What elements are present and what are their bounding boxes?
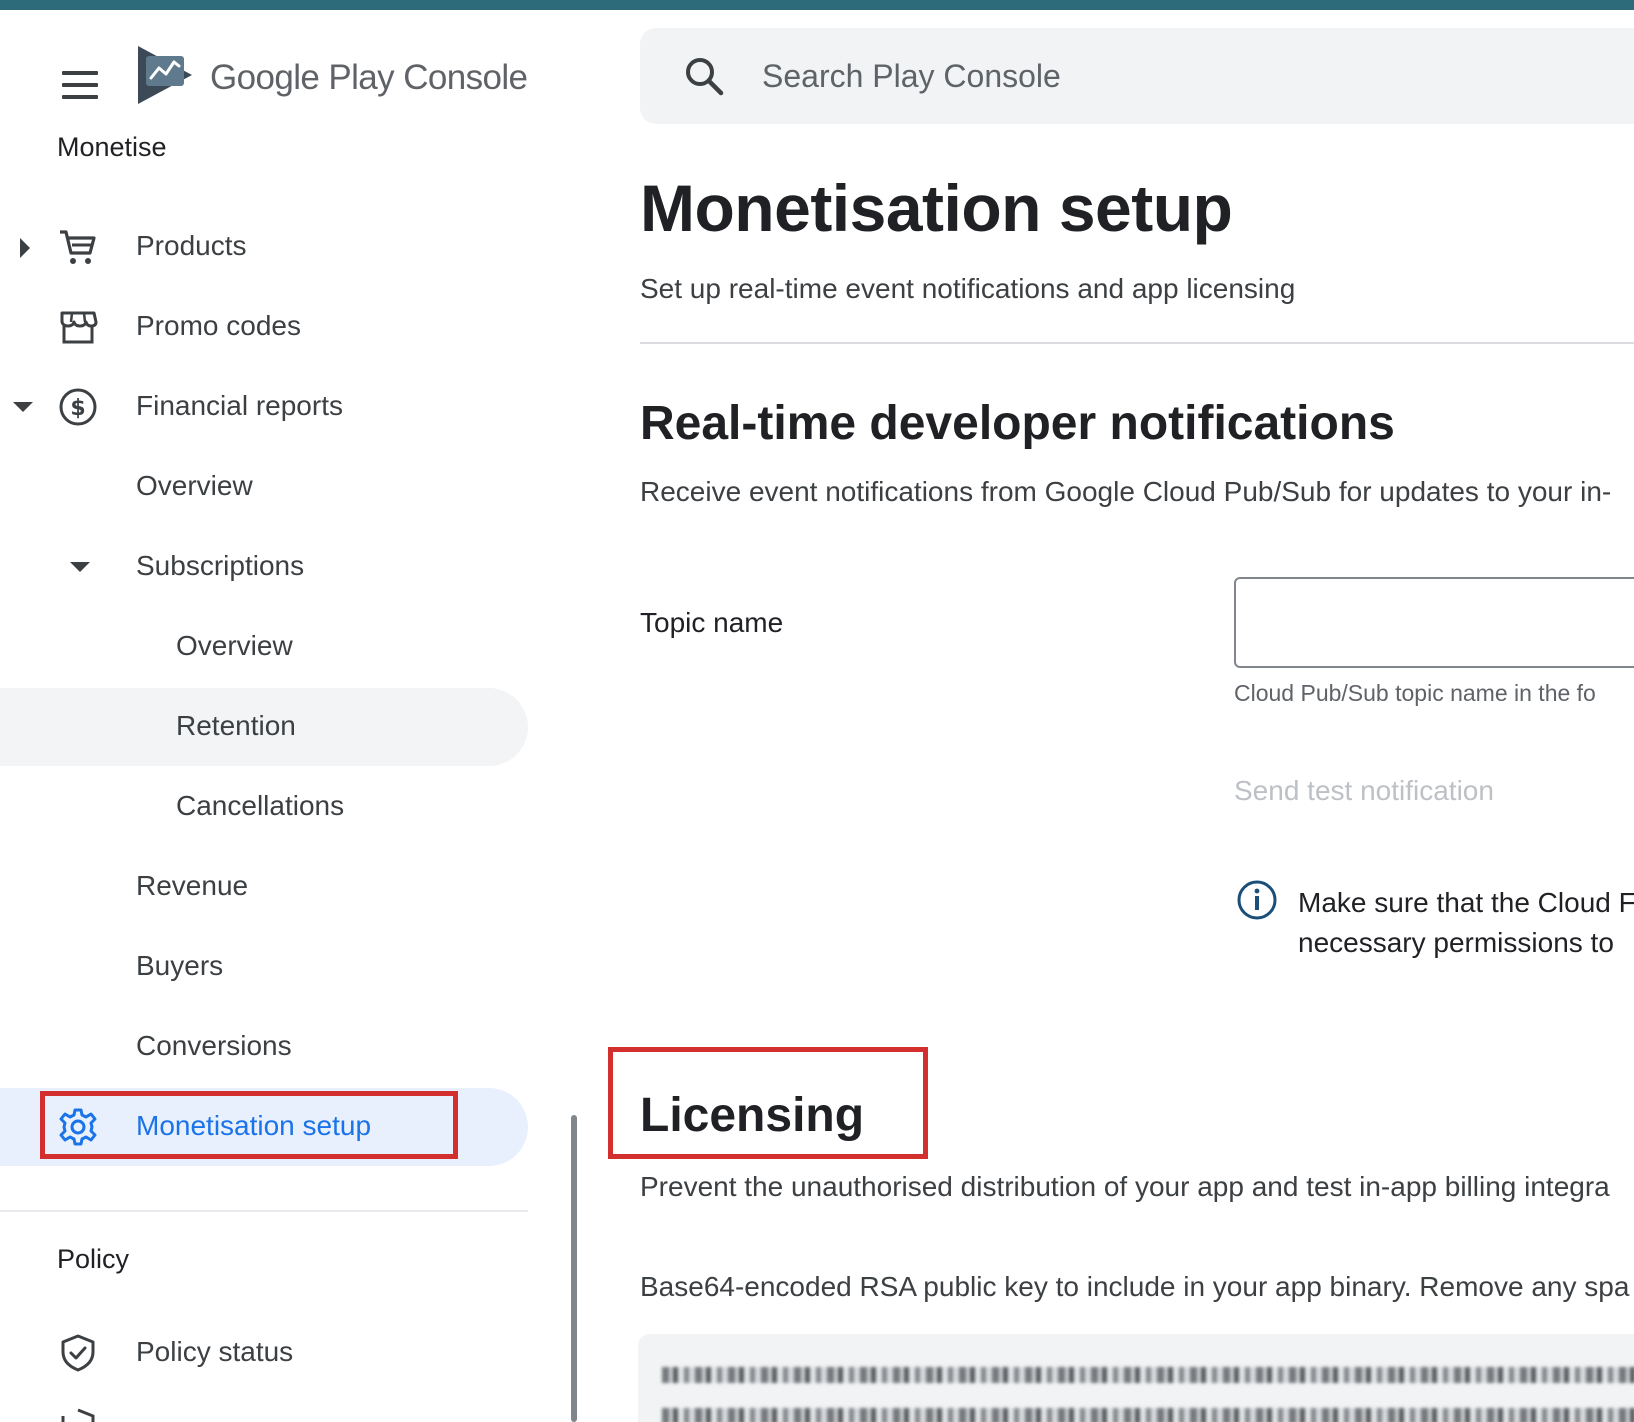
sidebar-item-revenue[interactable]: Revenue [0, 848, 528, 926]
sidebar-item-label: Revenue [136, 870, 249, 901]
brand-google-play: Google Play [210, 58, 395, 97]
shield-check-icon [61, 1334, 95, 1372]
sidebar-item-label: Policy status [136, 1336, 294, 1367]
sidebar-item-conversions[interactable]: Conversions [0, 1008, 528, 1086]
highlight-annotation-monetisation-setup [40, 1091, 458, 1159]
sidebar-item-policy-status[interactable]: Policy status [0, 1314, 528, 1392]
sidebar-item-financial-overview[interactable]: Overview [0, 448, 528, 526]
topic-name-field[interactable] [1234, 577, 1634, 668]
menu-icon[interactable] [60, 65, 100, 105]
info-icon [1237, 880, 1277, 920]
section-title-monetise: Monetise [57, 132, 167, 162]
sidebar-item-label: Conversions [136, 1030, 292, 1061]
section-title-policy: Policy [57, 1244, 130, 1274]
sidebar-item-buyers[interactable]: Buyers [0, 928, 528, 1006]
search-icon[interactable] [682, 54, 726, 98]
sidebar-item-subscriptions-overview[interactable]: Overview [0, 608, 528, 686]
sidebar-item-financial-reports[interactable]: $ Financial reports [0, 368, 528, 446]
sidebar-item-label: Subscriptions [136, 550, 305, 581]
sidebar-item-label: Retention [176, 710, 296, 741]
sidebar-item-retention[interactable]: Retention [0, 688, 528, 766]
info-message: Make sure that the Cloud F necessary per… [1298, 883, 1634, 963]
sidebar-item-label: Promo codes [136, 310, 301, 341]
page-subtitle: Set up real-time event notifications and… [640, 273, 1296, 304]
sidebar-scrollbar[interactable] [571, 1115, 577, 1422]
sidebar-item-label: Overview [176, 630, 293, 661]
section-description-rtdn: Receive event notifications from Google … [640, 476, 1612, 507]
sidebar-item-label: Financial reports [136, 390, 343, 421]
sidebar: Google Play Console Monetise Products Pr… [0, 10, 530, 1422]
sidebar-item-cancellations[interactable]: Cancellations [0, 768, 528, 846]
window-top-bar [0, 0, 1634, 10]
sidebar-item-promo-codes[interactable]: Promo codes [0, 288, 528, 366]
topic-name-label: Topic name [640, 607, 784, 638]
send-test-notification-button[interactable]: Send test notification [1234, 775, 1494, 807]
sidebar-item-subscriptions[interactable]: Subscriptions [0, 528, 528, 606]
brand-console: Console [403, 58, 528, 97]
search-bar[interactable] [640, 28, 1634, 124]
section-heading-rtdn: Real-time developer notifications [640, 397, 1395, 450]
search-input[interactable] [762, 50, 1562, 102]
sidebar-item-products[interactable]: Products [0, 208, 528, 286]
redacted-key-text [662, 1408, 1634, 1422]
brand-name[interactable]: Google Play Console [210, 58, 528, 98]
shield-icon [61, 1408, 95, 1422]
cart-icon [60, 230, 96, 264]
sidebar-item-label: Buyers [136, 950, 224, 981]
content-divider [640, 342, 1634, 344]
info-message-line: necessary permissions to [1298, 927, 1614, 958]
sidebar-divider [0, 1210, 528, 1212]
sidebar-item-label: Products [136, 230, 247, 261]
chevron-right-icon[interactable] [20, 238, 30, 258]
info-message-line: Make sure that the Cloud F [1298, 887, 1634, 918]
section-description-licensing: Prevent the unauthorised distribution of… [640, 1171, 1610, 1202]
page-title: Monetisation setup [640, 171, 1233, 245]
rsa-key-description: Base64-encoded RSA public key to include… [640, 1271, 1630, 1302]
sidebar-item-label: Overview [136, 470, 253, 501]
dollar-circle-icon: $ [59, 388, 97, 426]
svg-text:$: $ [70, 396, 85, 421]
topic-name-helper: Cloud Pub/Sub topic name in the fo [1234, 680, 1596, 706]
chevron-down-icon[interactable] [70, 562, 90, 572]
redacted-key-text [662, 1367, 1634, 1383]
sidebar-item-label: Cancellations [176, 790, 345, 821]
play-console-logo-icon[interactable] [136, 44, 194, 106]
highlight-annotation-licensing [608, 1047, 928, 1159]
rsa-public-key-box[interactable] [638, 1334, 1634, 1422]
chevron-down-icon[interactable] [13, 402, 33, 412]
storefront-icon [60, 311, 98, 344]
